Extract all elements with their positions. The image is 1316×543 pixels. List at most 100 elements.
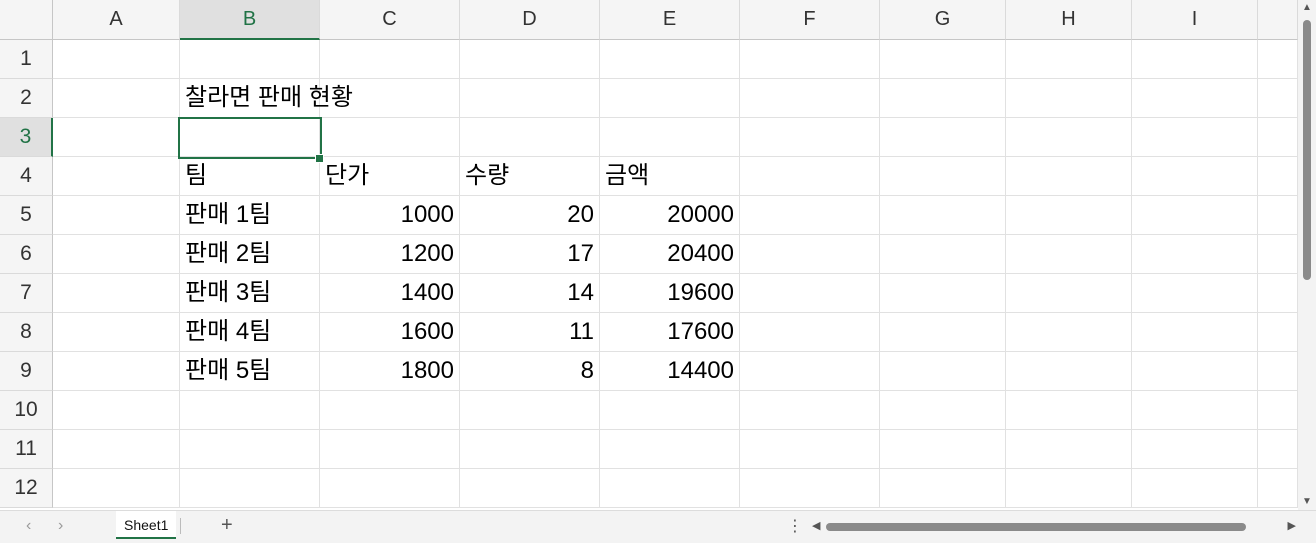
grid-cell[interactable] [880, 469, 1006, 508]
grid-cell[interactable] [53, 118, 180, 157]
grid-cell[interactable] [1258, 196, 1298, 235]
grid-cell[interactable] [1006, 157, 1132, 196]
cell-b5[interactable]: 판매 1팀 [180, 196, 320, 235]
grid-cell[interactable] [1006, 79, 1132, 118]
grid-cell[interactable] [1132, 274, 1258, 313]
column-header-f[interactable]: F [740, 0, 880, 40]
cell-d7[interactable]: 14 [460, 274, 600, 313]
cell-c4-header[interactable]: 단가 [320, 157, 460, 196]
scroll-up-icon[interactable]: ▲ [1302, 2, 1312, 13]
grid-cell[interactable] [600, 118, 740, 157]
cell-c7[interactable]: 1400 [320, 274, 460, 313]
cell-d5[interactable]: 20 [460, 196, 600, 235]
grid-cell[interactable] [740, 40, 880, 79]
column-header-e[interactable]: E [600, 0, 740, 40]
grid-cell[interactable] [1006, 196, 1132, 235]
grid-cell[interactable] [1132, 352, 1258, 391]
grid-cell[interactable] [460, 40, 600, 79]
grid-cell[interactable] [1258, 430, 1298, 469]
sheet-tab-sheet1[interactable]: Sheet1 [116, 511, 177, 539]
row-header-12[interactable]: 12 [0, 469, 53, 508]
grid-cell[interactable] [880, 118, 1006, 157]
cell-e9[interactable]: 14400 [600, 352, 740, 391]
grid-cell[interactable] [1006, 352, 1132, 391]
cell-e6[interactable]: 20400 [600, 235, 740, 274]
cell-e4-header[interactable]: 금액 [600, 157, 740, 196]
grid-cell[interactable] [180, 430, 320, 469]
cell-e5[interactable]: 20000 [600, 196, 740, 235]
grid-cell[interactable] [53, 469, 180, 508]
grid-cell[interactable] [1258, 391, 1298, 430]
grid-cell[interactable] [600, 430, 740, 469]
grid-cell[interactable] [1258, 79, 1298, 118]
grid-cell[interactable] [1006, 430, 1132, 469]
column-header-g[interactable]: G [880, 0, 1006, 40]
grid-cell[interactable] [880, 196, 1006, 235]
grid-cell[interactable] [320, 118, 460, 157]
grid-cell[interactable] [460, 79, 600, 118]
grid-cell[interactable] [1132, 118, 1258, 157]
add-sheet-button[interactable]: + [221, 514, 233, 537]
grid-cell[interactable] [880, 430, 1006, 469]
grid-cell[interactable] [460, 391, 600, 430]
column-header-d[interactable]: D [460, 0, 600, 40]
grid-cell[interactable] [180, 391, 320, 430]
row-header-2[interactable]: 2 [0, 79, 53, 118]
column-header-c[interactable]: C [320, 0, 460, 40]
row-header-5[interactable]: 5 [0, 196, 53, 235]
grid-cell[interactable] [1132, 157, 1258, 196]
grid-cell[interactable] [740, 430, 880, 469]
cell-e8[interactable]: 17600 [600, 313, 740, 352]
row-header-9[interactable]: 9 [0, 352, 53, 391]
row-header-7[interactable]: 7 [0, 274, 53, 313]
grid-cell[interactable] [880, 157, 1006, 196]
grid-cell[interactable] [1132, 313, 1258, 352]
column-header-a[interactable]: A [53, 0, 180, 40]
grid-cell[interactable] [1132, 430, 1258, 469]
grid-cell[interactable] [740, 274, 880, 313]
grid-cell[interactable] [180, 118, 320, 157]
grid-cell[interactable] [460, 118, 600, 157]
grid-cell[interactable] [880, 313, 1006, 352]
grid-cell[interactable] [460, 469, 600, 508]
grid-cell[interactable] [1006, 235, 1132, 274]
grid-cell[interactable] [880, 79, 1006, 118]
grid-cell[interactable] [1132, 391, 1258, 430]
fill-handle[interactable] [315, 154, 324, 163]
cell-c6[interactable]: 1200 [320, 235, 460, 274]
scroll-left-icon[interactable]: ◀ [812, 519, 820, 532]
grid-cell[interactable] [740, 313, 880, 352]
grid-cell[interactable] [740, 196, 880, 235]
spreadsheet-grid[interactable]: A B C D E F G H I 1 2 3 4 5 6 7 8 9 10 1… [0, 0, 1298, 510]
grid-cell[interactable] [53, 196, 180, 235]
cell-b9[interactable]: 판매 5팀 [180, 352, 320, 391]
column-header-h[interactable]: H [1006, 0, 1132, 40]
scroll-right-icon[interactable]: ▶ [1288, 519, 1296, 532]
grid-cell[interactable] [1258, 352, 1298, 391]
grid-cell[interactable] [53, 274, 180, 313]
grid-cell[interactable] [1132, 235, 1258, 274]
vertical-scroll-thumb[interactable] [1303, 20, 1311, 280]
grid-cell[interactable] [320, 469, 460, 508]
grid-cell[interactable] [1006, 274, 1132, 313]
grid-cell[interactable] [1006, 391, 1132, 430]
row-header-1[interactable]: 1 [0, 40, 53, 79]
grid-cell[interactable] [880, 391, 1006, 430]
grid-cell[interactable] [1258, 157, 1298, 196]
grid-cell[interactable] [1006, 40, 1132, 79]
grid-cell[interactable] [740, 118, 880, 157]
grid-cell[interactable] [1006, 469, 1132, 508]
cell-c9[interactable]: 1800 [320, 352, 460, 391]
grid-cell[interactable] [320, 40, 460, 79]
column-header-partial[interactable] [1258, 0, 1298, 40]
grid-cell[interactable] [53, 430, 180, 469]
grid-cell[interactable] [1258, 313, 1298, 352]
grid-cell[interactable] [740, 469, 880, 508]
grid-cell[interactable] [740, 235, 880, 274]
cell-c8[interactable]: 1600 [320, 313, 460, 352]
cell-d4-header[interactable]: 수량 [460, 157, 600, 196]
prev-sheet-icon[interactable]: ‹ [26, 517, 31, 535]
grid-cell[interactable] [600, 391, 740, 430]
grid-cell[interactable] [600, 40, 740, 79]
cell-b6[interactable]: 판매 2팀 [180, 235, 320, 274]
